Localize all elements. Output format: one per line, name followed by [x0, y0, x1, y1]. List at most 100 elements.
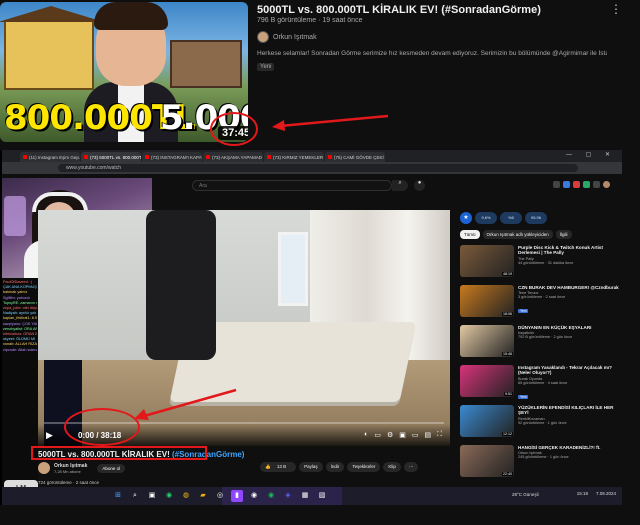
- discord-icon[interactable]: ◈: [282, 490, 294, 502]
- clock-time[interactable]: 15:18: [577, 491, 588, 496]
- obs-icon[interactable]: ◉: [248, 490, 260, 502]
- weather-widget[interactable]: 28°C Güneşli: [512, 492, 539, 497]
- filter-chips: Tümü Orkun Işıtmak adlı yükleyiciden İlg…: [460, 230, 620, 239]
- recommendation-thumbnail[interactable]: 48:19: [460, 245, 514, 277]
- recommendation-thumbnail[interactable]: 12:12: [460, 405, 514, 437]
- views-info: 724 görüntüleme · 2 saat önce: [38, 480, 100, 485]
- recommendation-item[interactable]: 12:12 YÜZÜKLERİN EFENDİSİ KILIÇLARI İLE H…: [460, 405, 620, 443]
- search-icon[interactable]: ⌕: [392, 180, 408, 191]
- recommendation-meta: 3 görüntüleme · 2 saat önce: [518, 295, 566, 300]
- more-options-icon[interactable]: ⋮: [610, 2, 622, 16]
- thumbnail-house-left: [0, 6, 104, 90]
- recommendation-info: Instagram Yasaklandı - Tekrar Açılacak m…: [518, 365, 620, 403]
- channel-name[interactable]: Orkun Işıtmak: [54, 463, 87, 469]
- recommendation-title[interactable]: HANGİSİ GERÇEK KARADENİZLİ?! ft.: [518, 445, 620, 450]
- windows-start-icon[interactable]: ⊞: [112, 490, 124, 502]
- youtube-favicon-icon: [206, 155, 210, 159]
- recommendation-thumbnail[interactable]: 9:51: [460, 365, 514, 397]
- browser-tab[interactable]: (75) CAMİ GÖVDE ÇEKİ: [325, 152, 385, 162]
- annotation-box-title: [31, 446, 207, 460]
- twitch-icon[interactable]: ▮: [231, 490, 243, 502]
- recommendation-thumbnail[interactable]: 22:40: [460, 445, 514, 477]
- tab-label: (11) Instagram Eşim Gep...: [29, 154, 80, 160]
- subscribe-button[interactable]: Abone ol: [97, 463, 126, 473]
- like-count: 13 B: [271, 462, 292, 471]
- action-buttons: 👍 13 B Paylaş İndir Teşekkürler Klip ⋯: [260, 462, 419, 472]
- browser-tab[interactable]: (73) KIRMIZ YEMEKLER: [264, 152, 324, 162]
- cast-icon[interactable]: ▤: [424, 431, 431, 439]
- fullscreen-icon[interactable]: ⛶: [437, 431, 442, 439]
- duration-badge: 22:40: [502, 472, 513, 476]
- download-button[interactable]: İndir: [325, 462, 345, 472]
- annotation-arrow-top: [272, 114, 389, 131]
- recommendation-item[interactable]: 15:46 DÜNYANIN EN KÜÇÜK EŞYALARI hayatkıtı…: [460, 325, 620, 363]
- browser-tab[interactable]: (11) Instagram Eşim Gep...: [20, 152, 80, 162]
- extension-icon[interactable]: [563, 181, 570, 188]
- youtube-favicon-icon: [23, 155, 27, 159]
- extension-icon[interactable]: [573, 181, 580, 188]
- recommendation-item[interactable]: 22:40 HANGİSİ GERÇEK KARADENİZLİ?! ft. Ork…: [460, 445, 620, 483]
- explorer-icon[interactable]: ▰: [197, 490, 209, 502]
- recommendation-thumbnail[interactable]: 18:06: [460, 285, 514, 317]
- annotation-circle-duration: [210, 112, 258, 146]
- search-input[interactable]: Ara: [192, 180, 392, 191]
- tab-label: (75) CAMİ GÖVDE ÇEKİ: [334, 154, 384, 160]
- rating-icon[interactable]: ★: [460, 212, 472, 224]
- recommendation-info: YÜZÜKLERİN EFENDİSİ KILIÇLARI İLE HER ŞE…: [518, 405, 620, 443]
- duration-badge: 12:12: [502, 432, 513, 436]
- chip-related[interactable]: İlgili: [555, 230, 572, 239]
- extension-icon[interactable]: [583, 181, 590, 188]
- chrome-icon[interactable]: ◍: [180, 490, 192, 502]
- recommendation-title[interactable]: Instagram Yasaklandı - Tekrar Açılacak m…: [518, 365, 620, 376]
- recommendation-title[interactable]: DÜNYANIN EN KÜÇÜK EŞYALARI: [518, 325, 620, 330]
- recommendation-title[interactable]: YÜZÜKLERİN EFENDİSİ KILIÇLARI İLE HER ŞE…: [518, 405, 620, 416]
- app-icon[interactable]: ▧: [316, 490, 328, 502]
- miniplayer-icon[interactable]: ▣: [399, 431, 406, 439]
- share-button[interactable]: Paylaş: [299, 462, 323, 472]
- recommendation-info: HANGİSİ GERÇEK KARADENİZLİ?! ft. Orkun Iş…: [518, 445, 620, 483]
- extension-icon[interactable]: [593, 181, 600, 188]
- channel-link[interactable]: Orkun Işıtmak: [257, 31, 317, 43]
- steam-icon[interactable]: ◎: [214, 490, 226, 502]
- search-result-row[interactable]: 800.000TL 5.000 37:45 5000TL vs. 800.000…: [0, 0, 640, 150]
- stat-chip: %5: [500, 212, 522, 224]
- thanks-button[interactable]: Teşekkürler: [347, 462, 381, 472]
- like-button[interactable]: 👍 13 B: [260, 462, 297, 472]
- recommendation-item[interactable]: 48:19 Purple Disc Kick & Twitch Konuk Art…: [460, 245, 620, 283]
- theater-icon[interactable]: ▭: [412, 431, 419, 439]
- chip-from-uploader[interactable]: Orkun Işıtmak adlı yükleyiciden: [482, 230, 553, 239]
- whatsapp-icon[interactable]: ◉: [163, 490, 175, 502]
- video-thumbnail[interactable]: 800.000TL 5.000 37:45: [0, 2, 248, 142]
- autoplay-icon[interactable]: ◐: [364, 431, 368, 439]
- channel-info: Orkun Işıtmak 7,28 Mn abone: [54, 463, 87, 474]
- subtitles-icon[interactable]: ▭: [374, 431, 381, 439]
- browser-tab[interactable]: (73) AKŞAMA YAPAMAD: [203, 152, 263, 162]
- thumbnail-house-right: [170, 40, 242, 88]
- search-icon[interactable]: ⌕: [129, 490, 141, 502]
- settings-icon[interactable]: ⚙: [387, 431, 393, 439]
- url-field[interactable]: www.youtube.com/watch: [58, 164, 578, 172]
- avatar[interactable]: [603, 181, 610, 188]
- recommendation-thumbnail[interactable]: 15:46: [460, 325, 514, 357]
- microphone-icon[interactable]: ●: [414, 180, 425, 191]
- recommendation-title[interactable]: CZN BURAK DEV HAMBURGER! @Czndburak: [518, 285, 620, 290]
- chip-all[interactable]: Tümü: [460, 230, 480, 239]
- browser-tab[interactable]: (73) 5000TL vs. 800.000TL: [81, 152, 141, 162]
- recommendation-title[interactable]: Purple Disc Kick & Twitch Konuk Artist D…: [518, 245, 620, 256]
- recommendation-item[interactable]: 18:06 CZN BURAK DEV HAMBURGER! @Czndburak…: [460, 285, 620, 323]
- more-icon[interactable]: ⋯: [403, 462, 419, 472]
- clip-button[interactable]: Klip: [383, 462, 401, 472]
- new-badge: Yeni: [257, 63, 275, 71]
- channel-avatar[interactable]: [38, 462, 50, 474]
- window-controls[interactable]: — ▢ ✕: [566, 151, 616, 158]
- app-icon[interactable]: ▦: [299, 490, 311, 502]
- play-icon[interactable]: ▶: [46, 430, 53, 441]
- video-title-link[interactable]: 5000TL vs. 800.000TL KİRALIK EV! (#Sonra…: [257, 4, 541, 16]
- task-view-icon[interactable]: ▣: [146, 490, 158, 502]
- clock-date[interactable]: 7.08.2024: [596, 491, 616, 496]
- browser-tab[interactable]: (73) INSTAGRAM'I KAPAT: [142, 152, 202, 162]
- extension-icon[interactable]: [553, 181, 560, 188]
- recommendation-item[interactable]: 9:51 Instagram Yasaklandı - Tekrar Açılac…: [460, 365, 620, 403]
- spotify-icon[interactable]: ◉: [265, 490, 277, 502]
- youtube-favicon-icon: [84, 155, 88, 159]
